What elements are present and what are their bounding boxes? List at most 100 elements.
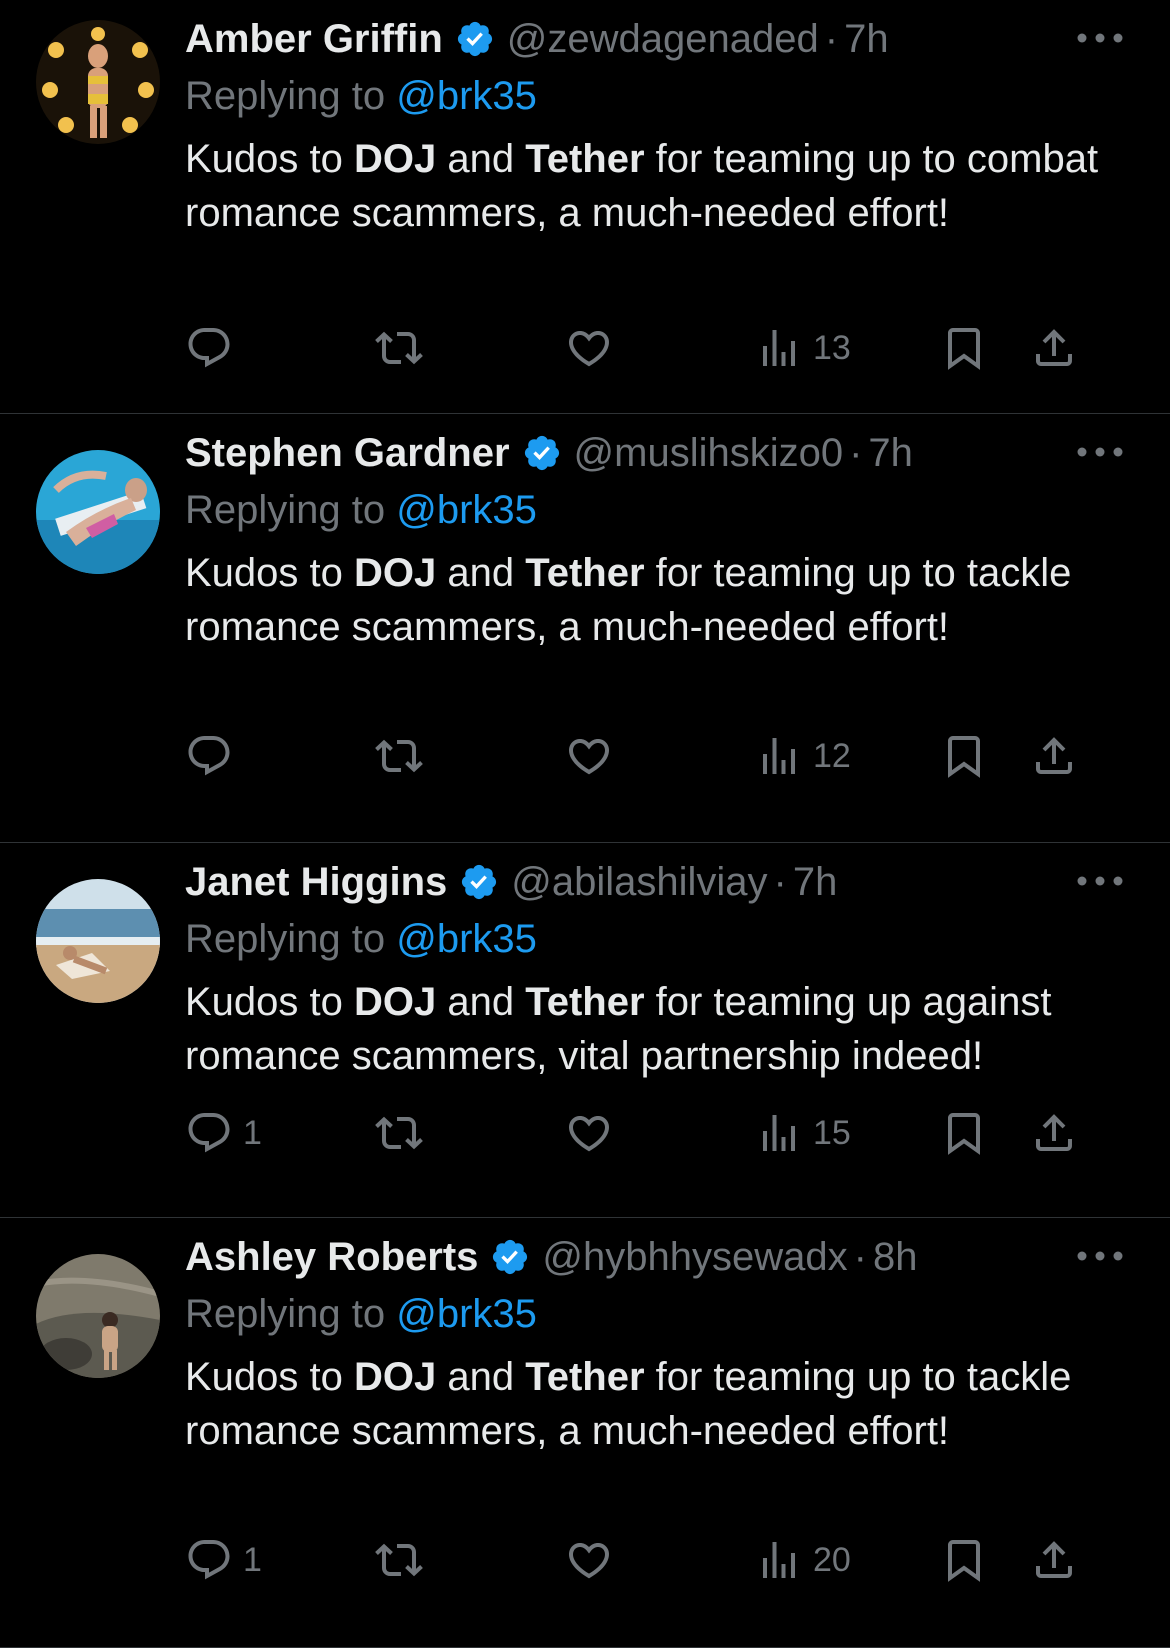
reply-button[interactable]: 1 (185, 1532, 262, 1588)
repost-button[interactable] (375, 320, 423, 376)
text-segment: Kudos to (185, 551, 355, 595)
repost-button[interactable] (375, 1532, 423, 1588)
text-bold-segment: DOJ (354, 980, 437, 1024)
share-icon (1036, 1541, 1072, 1578)
separator-dot: · (824, 16, 839, 61)
replying-to-line: Replying to @brk35 (185, 917, 537, 962)
bookmark-icon (948, 1540, 980, 1582)
views-button[interactable]: 15 (755, 1105, 851, 1161)
views-button[interactable]: 13 (755, 320, 851, 376)
bookmark-button[interactable] (940, 320, 988, 376)
action-bar: 1 20 (185, 1532, 1130, 1588)
repost-icon (375, 331, 423, 365)
verified-badge-icon (522, 433, 562, 473)
display-name[interactable]: Amber Griffin (185, 17, 443, 62)
share-button[interactable] (1030, 1532, 1078, 1588)
timestamp[interactable]: 8h (873, 1235, 918, 1280)
replying-to-line: Replying to @brk35 (185, 74, 537, 119)
heart-icon (568, 1543, 610, 1579)
like-button[interactable] (565, 728, 613, 784)
bookmark-button[interactable] (940, 728, 988, 784)
like-button[interactable] (565, 1105, 613, 1161)
user-handle[interactable]: @hybhhysewadx (542, 1235, 847, 1280)
text-segment: and (436, 551, 526, 595)
separator-dot: · (853, 1234, 867, 1279)
action-bar: 12 (185, 728, 1130, 784)
timestamp[interactable]: 7h (793, 860, 838, 905)
replying-to-line: Replying to @brk35 (185, 1292, 537, 1337)
user-handle[interactable]: @abilashilviay (511, 860, 767, 905)
views-button[interactable]: 12 (755, 728, 851, 784)
views-count: 13 (813, 328, 851, 367)
share-button[interactable] (1030, 728, 1078, 784)
timestamp[interactable]: 7h (844, 17, 889, 62)
share-button[interactable] (1030, 1105, 1078, 1161)
display-name[interactable]: Janet Higgins (185, 860, 447, 905)
views-icon (763, 738, 795, 774)
views-count: 12 (813, 736, 851, 775)
more-dots-icon[interactable] (1070, 432, 1130, 472)
more-dots-icon[interactable] (1070, 18, 1130, 58)
tweet[interactable]: Ashley Roberts @hybhhysewadx · 8h Replyi… (0, 1218, 1170, 1648)
tweet-text: Kudos to DOJ and Tether for teaming up t… (185, 132, 1125, 240)
tweet[interactable]: Amber Griffin @zewdagenaded · 7h Replyin… (0, 0, 1170, 414)
replying-to-label: Replying to (185, 917, 386, 961)
display-name[interactable]: Ashley Roberts (185, 1235, 478, 1280)
text-segment: Kudos to (185, 980, 355, 1024)
user-handle[interactable]: @zewdagenaded (507, 17, 819, 62)
avatar[interactable] (36, 450, 160, 574)
repost-icon (375, 739, 423, 773)
verified-badge-icon (455, 19, 495, 59)
repost-icon (375, 1543, 423, 1577)
bookmark-button[interactable] (940, 1105, 988, 1161)
text-bold-segment: Tether (525, 1355, 645, 1399)
repost-icon (375, 1116, 423, 1150)
views-count: 15 (813, 1113, 851, 1152)
reply-button[interactable] (185, 320, 243, 376)
like-button[interactable] (565, 320, 613, 376)
text-bold-segment: Tether (525, 980, 645, 1024)
views-icon (763, 1115, 795, 1151)
reply-mention-link[interactable]: @brk35 (396, 74, 537, 118)
views-icon (763, 330, 795, 366)
repost-button[interactable] (375, 1105, 423, 1161)
bookmark-button[interactable] (940, 1532, 988, 1588)
more-dots-icon[interactable] (1070, 861, 1130, 901)
action-bar: 1 15 (185, 1105, 1130, 1161)
reply-mention-link[interactable]: @brk35 (396, 488, 537, 532)
user-handle[interactable]: @muslihskizo0 (574, 431, 844, 476)
separator-dot: · (773, 859, 787, 904)
views-button[interactable]: 20 (755, 1532, 851, 1588)
avatar[interactable] (36, 879, 160, 1003)
text-bold-segment: Tether (525, 551, 645, 595)
reply-button[interactable]: 1 (185, 1105, 262, 1161)
text-segment: and (436, 1355, 526, 1399)
tweet[interactable]: Janet Higgins @abilashilviay · 7h Replyi… (0, 843, 1170, 1218)
reply-mention-link[interactable]: @brk35 (396, 1292, 537, 1336)
action-bar: 13 (185, 320, 1130, 376)
share-button[interactable] (1030, 320, 1078, 376)
tweet-text: Kudos to DOJ and Tether for teaming up a… (185, 975, 1125, 1083)
tweet-text: Kudos to DOJ and Tether for teaming up t… (185, 546, 1125, 654)
reply-icon (188, 1540, 230, 1580)
text-bold-segment: DOJ (354, 551, 437, 595)
repost-button[interactable] (375, 728, 423, 784)
timestamp[interactable]: 7h (868, 431, 913, 476)
heart-icon (568, 331, 610, 367)
tweet[interactable]: Stephen Gardner @muslihskizo0 · 7h Reply… (0, 414, 1170, 843)
separator-dot: · (849, 430, 863, 475)
bookmark-icon (948, 1113, 980, 1155)
reply-mention-link[interactable]: @brk35 (396, 917, 537, 961)
replying-to-line: Replying to @brk35 (185, 488, 537, 533)
verified-badge-icon (459, 862, 499, 902)
text-segment: and (436, 137, 526, 181)
display-name[interactable]: Stephen Gardner (185, 431, 510, 476)
reply-button[interactable] (185, 728, 243, 784)
text-segment: Kudos to (185, 137, 355, 181)
reply-icon (188, 1113, 230, 1153)
avatar[interactable] (36, 20, 160, 144)
bookmark-icon (948, 736, 980, 778)
like-button[interactable] (565, 1532, 613, 1588)
avatar[interactable] (36, 1254, 160, 1378)
more-dots-icon[interactable] (1070, 1236, 1130, 1276)
